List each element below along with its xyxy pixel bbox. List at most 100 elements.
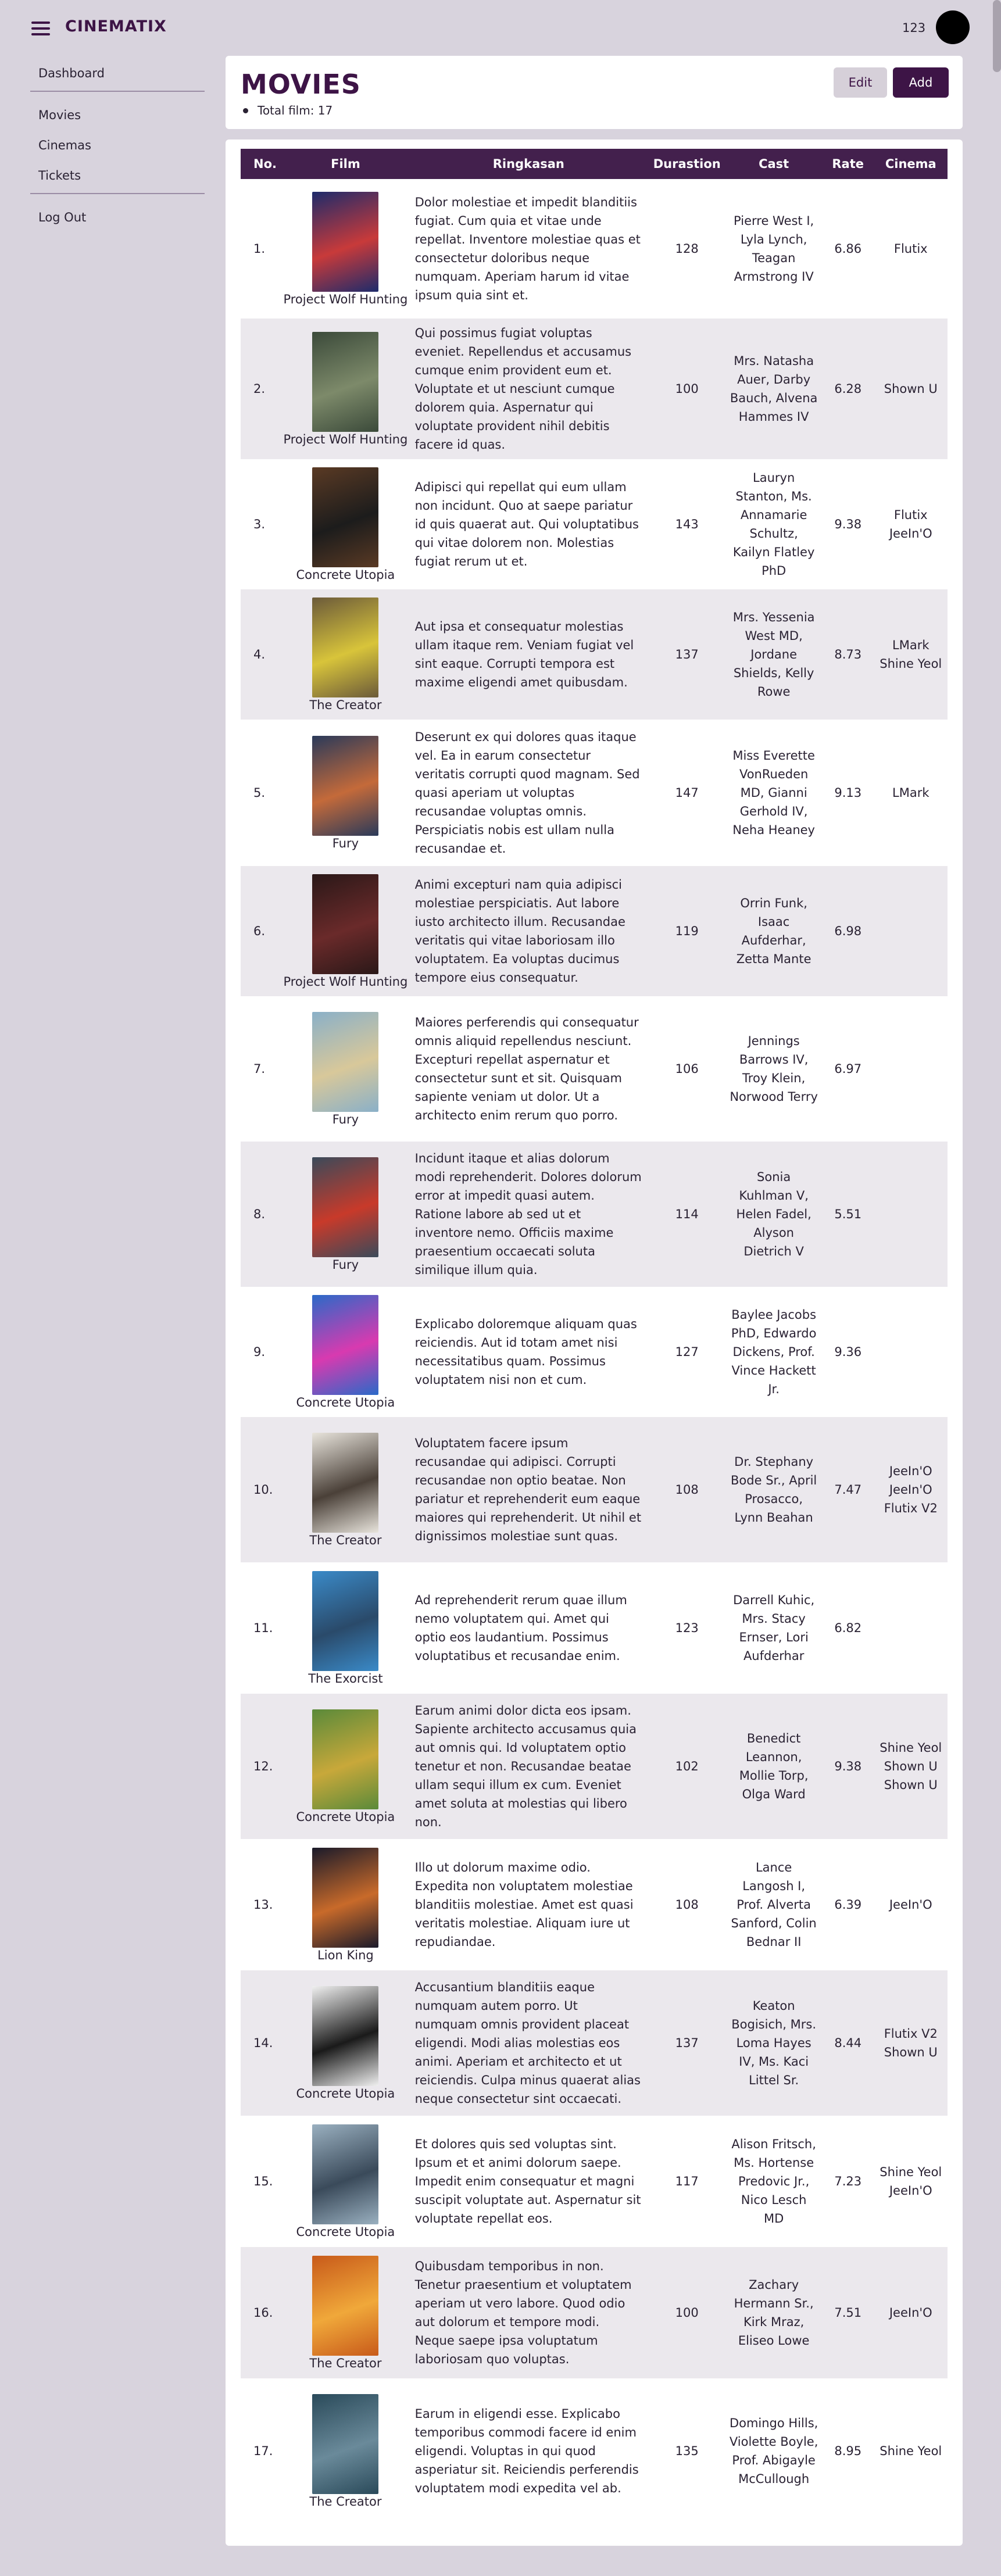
table-row[interactable]: 14. Concrete Utopia Accusantium blanditiis…	[241, 1970, 948, 2116]
film-title[interactable]: The Exorcist	[282, 1671, 409, 1690]
film-title[interactable]: Fury	[282, 836, 409, 854]
movie-poster[interactable]	[312, 1848, 379, 1948]
film-title[interactable]: Project Wolf Hunting	[282, 432, 409, 450]
add-button[interactable]: Add	[893, 67, 949, 98]
table-row[interactable]: 16. The Creator Quibusdam temporibus in no…	[241, 2247, 948, 2378]
rate-cell: 9.38	[834, 1759, 862, 1773]
cast-cell: Darrell Kuhic, Mrs. Stacy Ernser, Lori A…	[733, 1593, 815, 1663]
film-title[interactable]: Lion King	[282, 1948, 409, 1966]
film-cell: Project Wolf Hunting	[282, 319, 409, 459]
column-header-duration: Durastion	[653, 157, 721, 171]
film-title[interactable]: Concrete Utopia	[282, 567, 409, 586]
scrollbar-thumb[interactable]	[993, 0, 1001, 72]
row-number: 9.	[253, 1345, 266, 1359]
avatar[interactable]	[936, 10, 970, 44]
film-title[interactable]: Concrete Utopia	[282, 2224, 409, 2243]
film-title[interactable]: Project Wolf Hunting	[282, 292, 409, 310]
film-title[interactable]: Fury	[282, 1112, 409, 1130]
table-row[interactable]: 12. Concrete Utopia Earum animi dolor dict…	[241, 1694, 948, 1839]
total-film-text: Total film: 17	[258, 103, 333, 117]
edit-button[interactable]: Edit	[834, 67, 887, 98]
row-number: 14.	[253, 2036, 273, 2050]
sidebar-item-logout[interactable]: Log Out	[30, 202, 205, 232]
row-number: 6.	[253, 924, 266, 938]
brand-logo[interactable]: CINEMATIX	[65, 17, 167, 35]
movie-poster[interactable]	[312, 332, 379, 432]
film-title[interactable]: The Creator	[282, 1533, 409, 1551]
movie-poster[interactable]	[312, 192, 379, 292]
table-row[interactable]: 11. The Exorcist Ad reprehenderit rerum qu…	[241, 1562, 948, 1694]
summary-cell: Earum animi dolor dicta eos ipsam. Sapie…	[414, 1704, 637, 1829]
table-row[interactable]: 7. Fury Maiores perferendis qui consequatu…	[241, 996, 948, 1142]
row-number: 11.	[253, 1621, 273, 1635]
cast-cell: Mrs. Natasha Auer, Darby Bauch, Alvena H…	[730, 354, 818, 424]
cinema-cell	[874, 1142, 948, 1287]
movie-poster[interactable]	[312, 874, 379, 974]
film-title[interactable]: Concrete Utopia	[282, 1395, 409, 1414]
menu-icon[interactable]	[31, 22, 50, 35]
movie-poster[interactable]	[312, 1986, 379, 2086]
film-title[interactable]: The Creator	[282, 2494, 409, 2513]
table-row[interactable]: 9. Concrete Utopia Explicabo doloremque al…	[241, 1287, 948, 1417]
summary-cell: Animi excepturi nam quia adipisci molest…	[414, 878, 625, 985]
movie-poster[interactable]	[312, 1433, 379, 1533]
rate-cell: 6.39	[834, 1898, 862, 1912]
duration-cell: 147	[675, 786, 699, 800]
movie-poster[interactable]	[312, 1709, 379, 1809]
movie-poster[interactable]	[312, 2394, 379, 2494]
sidebar-item-tickets[interactable]: Tickets	[30, 160, 205, 191]
table-row[interactable]: 8. Fury Incidunt itaque et alias dolorum m…	[241, 1142, 948, 1287]
movie-poster[interactable]	[312, 1295, 379, 1395]
cast-cell: Benedict Leannon, Mollie Torp, Olga Ward	[739, 1731, 809, 1801]
rate-cell: 7.23	[834, 2174, 862, 2188]
movie-poster[interactable]	[312, 1012, 379, 1112]
duration-cell: 123	[675, 1621, 699, 1635]
table-row[interactable]: 10. The Creator Voluptatem facere ipsum re…	[241, 1417, 948, 1562]
sidebar-item-dashboard[interactable]: Dashboard	[30, 58, 205, 88]
table-row[interactable]: 17. The Creator Earum in eligendi esse. Ex…	[241, 2378, 948, 2524]
sidebar-item-movies[interactable]: Movies	[30, 100, 205, 130]
table-row[interactable]: 5. Fury Deserunt ex qui dolores quas itaqu…	[241, 720, 948, 866]
movie-poster[interactable]	[312, 598, 379, 697]
rate-cell: 9.36	[834, 1345, 862, 1359]
table-row[interactable]: 6. Project Wolf Hunting Animi excepturi na…	[241, 866, 948, 996]
table-row[interactable]: 2. Project Wolf Hunting Qui possimus fugia…	[241, 319, 948, 459]
rate-cell: 8.95	[834, 2444, 862, 2458]
rate-cell: 6.98	[834, 924, 862, 938]
table-row[interactable]: 4. The Creator Aut ipsa et consequatur mol…	[241, 589, 948, 720]
total-film-count: Total film: 17	[243, 103, 333, 117]
table-row[interactable]: 3. Concrete Utopia Adipisci qui repellat q…	[241, 459, 948, 589]
sidebar-divider	[30, 91, 205, 92]
duration-cell: 100	[675, 382, 699, 396]
row-number: 15.	[253, 2174, 273, 2188]
rate-cell: 6.86	[834, 242, 862, 256]
movie-poster[interactable]	[312, 2124, 379, 2224]
summary-cell: Earum in eligendi esse. Explicabo tempor…	[414, 2407, 639, 2495]
cinema-cell: Shown U	[884, 382, 938, 396]
film-title[interactable]: Concrete Utopia	[282, 2086, 409, 2105]
film-title[interactable]: Project Wolf Hunting	[282, 974, 409, 993]
cast-cell: Domingo Hills, Violette Boyle, Prof. Abi…	[729, 2416, 818, 2486]
cast-cell: Keaton Bogisich, Mrs. Loma Hayes IV, Ms.…	[731, 1999, 817, 2087]
movie-poster[interactable]	[312, 1571, 379, 1671]
movie-poster[interactable]	[312, 1157, 379, 1257]
duration-cell: 128	[675, 242, 699, 256]
sidebar-item-cinemas[interactable]: Cinemas	[30, 130, 205, 160]
film-title[interactable]: The Creator	[282, 2356, 409, 2374]
rate-cell: 6.28	[834, 382, 862, 396]
film-cell: Concrete Utopia	[282, 1970, 409, 2116]
film-title[interactable]: Concrete Utopia	[282, 1809, 409, 1828]
summary-cell: Explicabo doloremque aliquam quas reicie…	[414, 1317, 637, 1387]
table-row[interactable]: 15. Concrete Utopia Et dolores quis sed vo…	[241, 2116, 948, 2247]
table-row[interactable]: 13. Lion King Illo ut dolorum maxime odio.…	[241, 1839, 948, 1970]
film-cell: Project Wolf Hunting	[282, 866, 409, 996]
rate-cell: 8.44	[834, 2036, 862, 2050]
movie-poster[interactable]	[312, 467, 379, 567]
film-title[interactable]: Fury	[282, 1257, 409, 1276]
table-row[interactable]: 1. Project Wolf Hunting Dolor molestiae et…	[241, 179, 948, 319]
movie-poster[interactable]	[312, 2256, 379, 2356]
bullet-icon	[243, 108, 248, 113]
film-title[interactable]: The Creator	[282, 697, 409, 716]
cinema-cell: JeeIn'O	[889, 2306, 932, 2320]
movie-poster[interactable]	[312, 736, 379, 836]
